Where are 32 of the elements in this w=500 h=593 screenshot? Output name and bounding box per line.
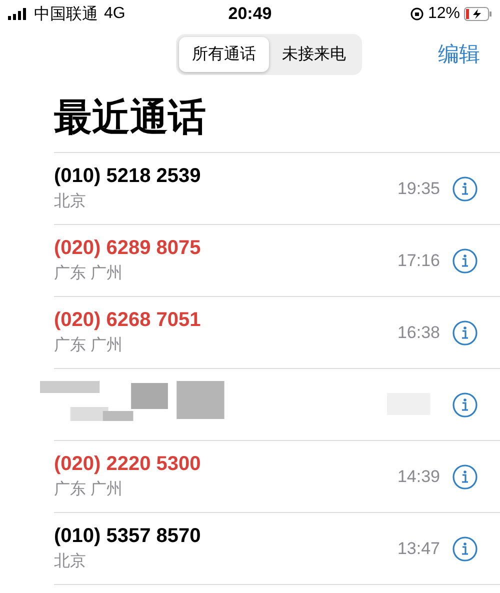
clock-time: 20:49 [228,4,272,23]
info-icon[interactable] [452,320,478,346]
signal-icon [8,8,28,20]
battery-icon [464,7,492,21]
info-icon[interactable] [452,536,478,562]
phone-number: (020) 6289 8075 [54,237,202,260]
phone-number: (010) 5218 2539 [54,165,202,188]
info-icon[interactable] [452,464,478,490]
call-time: 17:16 [397,250,440,270]
network-type: 4G [104,5,126,23]
carrier-name: 中国联通 [34,4,98,24]
call-time: 13:47 [397,538,440,558]
phone-number: (010) 5357 8570 [54,525,202,548]
rotation-lock-icon [410,7,424,21]
battery-percent: 12% [428,5,460,23]
segment-tab[interactable]: 未接来电 [269,36,359,72]
call-location: 广东 广州 [54,264,124,284]
call-location: 北京 [54,192,87,212]
call-location: 广东 广州 [54,336,124,356]
info-icon[interactable] [452,248,478,274]
phone-number: (020) 6268 7051 [54,309,202,332]
call-time: 14:39 [397,466,440,486]
segment-tab[interactable]: 所有通话 [179,36,269,72]
edit-button[interactable]: 编辑 [438,40,480,68]
info-icon[interactable] [452,176,478,202]
info-icon[interactable] [452,392,478,418]
call-time: 19:35 [397,178,440,198]
page-title: 最近通话 [54,96,207,141]
call-time: 16:38 [397,322,440,342]
call-location: 广东 广州 [54,480,124,500]
call-location: 北京 [54,552,87,572]
phone-number: (020) 2220 5300 [54,453,202,476]
